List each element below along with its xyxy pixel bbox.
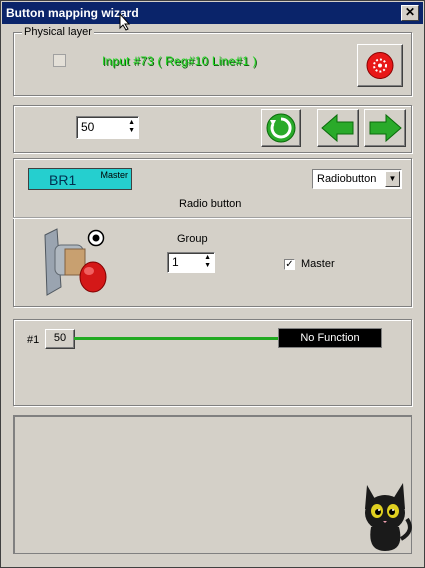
br1-button[interactable]: BR1 Master [28,168,132,190]
physical-layer-label: Physical layer [22,26,94,38]
checkmark-icon: ✓ [285,259,294,270]
mapping-connector-line [74,337,278,340]
title-bar[interactable]: Button mapping wizard ✕ [2,2,423,24]
input-info-text: Input #73 ( Reg#10 Line#1 ) [102,54,257,68]
group-spinner-value: 1 [172,255,179,269]
group-label: Group [177,233,208,245]
group-spinner[interactable]: 1 ▲ ▼ [167,252,215,273]
back-button[interactable] [317,109,359,147]
radio-indicator-icon [87,229,105,247]
button-type-value: Radiobutton [317,173,377,185]
refresh-button[interactable] [261,109,301,147]
mouse-cursor-icon [119,13,131,31]
config-separator [13,217,411,219]
spinner-arrows-icon[interactable]: ▲ ▼ [128,119,135,135]
mapping-value-button[interactable]: 50 [45,329,75,349]
green-right-arrow-icon [369,113,402,143]
green-refresh-icon [266,113,296,143]
value-spinner-value: 50 [81,120,95,134]
stop-button[interactable] [357,44,403,87]
value-spinner[interactable]: 50 ▲ ▼ [76,116,139,139]
button-type-label: Radio button [179,198,242,210]
forward-button[interactable] [364,109,406,147]
red-stop-icon [366,52,394,79]
spinner-arrows-icon[interactable]: ▲ ▼ [204,254,211,270]
function-box[interactable]: No Function [278,328,382,348]
master-checkbox[interactable]: ✓ [284,259,295,270]
wizard-window: Button mapping wizard ✕ Physical layer I… [0,0,425,568]
br1-master-tag: Master [100,170,128,180]
br1-label: BR1 [49,172,77,188]
button-type-select[interactable]: Radiobutton ▼ [312,169,402,189]
mapping-index-label: #1 [27,334,40,346]
black-cat-mascot-icon [365,483,412,551]
close-button[interactable]: ✕ [401,5,419,21]
green-left-arrow-icon [321,113,354,143]
master-checkbox-label: Master [301,258,335,270]
chevron-down-icon[interactable]: ▼ [385,171,400,187]
bottom-panel [13,415,412,554]
input-enable-checkbox [53,54,66,67]
